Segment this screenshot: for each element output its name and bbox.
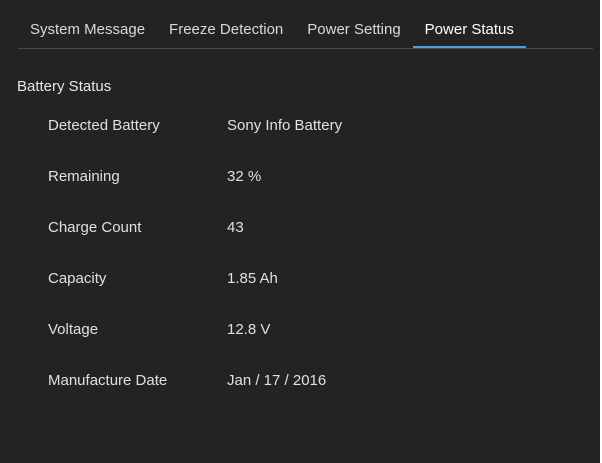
tab-bar: System Message Freeze Detection Power Se… — [18, 16, 593, 49]
tab-freeze-detection[interactable]: Freeze Detection — [157, 16, 295, 48]
manufacture-date-row: Manufacture Date Jan / 17 / 2016 — [48, 372, 568, 423]
detected-battery-value: Sony Info Battery — [227, 117, 343, 134]
detected-battery-label: Detected Battery — [48, 117, 160, 134]
manufacture-date-label: Manufacture Date — [48, 372, 168, 389]
tab-power-setting[interactable]: Power Setting — [295, 16, 412, 48]
tab-power-status[interactable]: Power Status — [412, 16, 526, 48]
battery-status-list: Detected Battery Sony Info Battery Remai… — [48, 117, 568, 423]
capacity-label: Capacity — [48, 270, 107, 287]
charge-count-label: Charge Count — [48, 219, 142, 236]
capacity-value: 1.85 Ah — [227, 270, 278, 287]
voltage-label: Voltage — [48, 321, 99, 338]
detected-battery-row: Detected Battery Sony Info Battery — [48, 117, 568, 168]
section-title: Battery Status — [17, 78, 112, 95]
tab-system-message[interactable]: System Message — [18, 16, 157, 48]
settings-panel: System Message Freeze Detection Power Se… — [0, 0, 600, 463]
manufacture-date-value: Jan / 17 / 2016 — [227, 372, 327, 389]
remaining-row: Remaining 32 % — [48, 168, 568, 219]
remaining-label: Remaining — [48, 168, 120, 185]
voltage-value: 12.8 V — [227, 321, 271, 338]
charge-count-row: Charge Count 43 — [48, 219, 568, 270]
charge-count-value: 43 — [227, 219, 244, 236]
voltage-row: Voltage 12.8 V — [48, 321, 568, 372]
remaining-value: 32 % — [227, 168, 262, 185]
capacity-row: Capacity 1.85 Ah — [48, 270, 568, 321]
